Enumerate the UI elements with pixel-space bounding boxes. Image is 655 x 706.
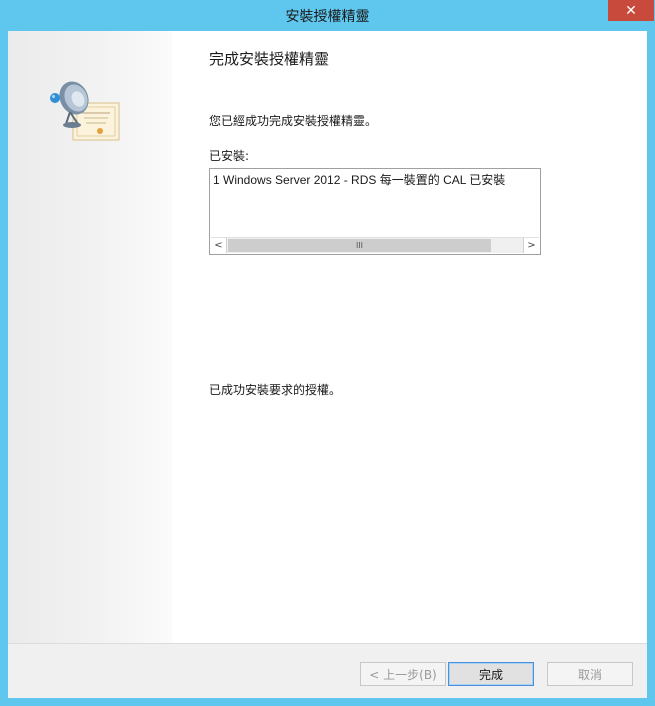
page-heading: 完成安裝授權精靈 xyxy=(209,50,330,68)
grip-icon: III xyxy=(355,241,364,250)
back-button[interactable]: < 上一步(B) xyxy=(360,662,446,686)
chevron-right-icon: > xyxy=(527,240,536,251)
horizontal-scrollbar[interactable]: < III > xyxy=(211,237,539,253)
wizard-window: 安裝授權精靈 ✕ 完成安裝授權精靈 您已經成功完成安裝授權精靈。 已安裝: 1 … xyxy=(0,0,655,706)
close-icon: ✕ xyxy=(625,2,637,19)
wizard-side-panel xyxy=(8,31,172,643)
completion-message: 您已經成功完成安裝授權精靈。 xyxy=(209,114,378,128)
installed-label: 已安裝: xyxy=(209,149,250,163)
scroll-right-button[interactable]: > xyxy=(523,238,539,253)
scroll-thumb[interactable]: III xyxy=(228,239,491,252)
title-bar[interactable]: 安裝授權精靈 ✕ xyxy=(0,0,655,31)
finish-button[interactable]: 完成 xyxy=(448,662,534,686)
wizard-client-area: 完成安裝授權精靈 您已經成功完成安裝授權精靈。 已安裝: 1 Windows S… xyxy=(8,31,647,698)
wizard-content: 完成安裝授權精靈 您已經成功完成安裝授權精靈。 已安裝: 1 Windows S… xyxy=(172,31,647,643)
success-text: 已成功安裝要求的授權。 xyxy=(209,383,342,397)
scroll-left-button[interactable]: < xyxy=(211,238,227,253)
installed-listbox[interactable]: 1 Windows Server 2012 - RDS 每一裝置的 CAL 已安… xyxy=(209,168,541,255)
window-title: 安裝授權精靈 xyxy=(285,9,370,25)
cancel-button[interactable]: 取消 xyxy=(547,662,633,686)
close-button[interactable]: ✕ xyxy=(608,0,654,21)
list-item[interactable]: 1 Windows Server 2012 - RDS 每一裝置的 CAL 已安… xyxy=(213,171,505,188)
wizard-footer: < 上一步(B) 完成 取消 xyxy=(8,643,647,698)
license-certificate-satellite-icon xyxy=(50,81,120,141)
chevron-left-icon: < xyxy=(214,240,223,251)
